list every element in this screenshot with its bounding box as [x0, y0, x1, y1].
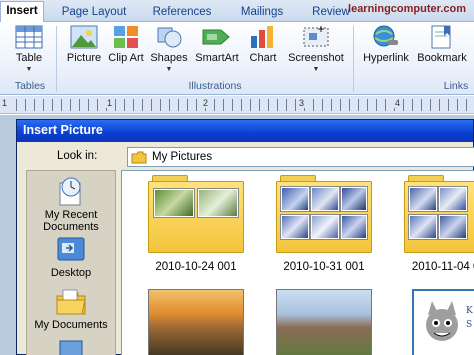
ribbon: Table ▼ Tables Picture Clip Art Shapes ▼ [0, 22, 474, 95]
group-label-illustrations: Illustrations [188, 80, 242, 92]
photo-thumbnail [281, 187, 309, 211]
smartart-icon [202, 29, 230, 45]
tab-mailings[interactable]: Mailings [232, 3, 292, 22]
place-label: My Documents [34, 319, 108, 331]
hyperlink-label: Hyperlink [363, 52, 409, 64]
chevron-down-icon: ▼ [312, 66, 320, 73]
ruler-number: 2 [202, 98, 210, 108]
folder-thumbnail [276, 175, 372, 255]
chevron-down-icon: ▼ [25, 66, 33, 73]
ruler: 1 1 2 3 4 [0, 96, 474, 114]
look-in-dropdown[interactable]: My Pictures [127, 147, 474, 167]
hyperlink-button[interactable]: Hyperlink [358, 24, 414, 64]
file-name: 2010-10-31 001 [283, 261, 365, 273]
picture-button[interactable]: Picture [62, 24, 106, 64]
photo-thumbnail [439, 215, 467, 239]
watermark-text: learningcomputer.com [348, 3, 466, 15]
chart-icon [251, 26, 273, 48]
picture-item[interactable] [274, 289, 374, 355]
place-my-computer[interactable] [27, 337, 115, 355]
insert-picture-dialog: Insert Picture Look in: My Pictures My R… [16, 119, 474, 355]
picture-label: Picture [66, 52, 102, 64]
group-divider [56, 26, 57, 92]
chevron-down-icon: ▼ [165, 66, 173, 73]
photo-thumbnail [148, 289, 244, 355]
bookmark-icon [431, 25, 451, 49]
folder-thumbnail [148, 175, 244, 255]
folder-item[interactable]: 2010-10-31 001 [274, 175, 374, 274]
table-icon [15, 25, 43, 49]
picture-icon [70, 25, 98, 49]
look-in-value: My Pictures [152, 151, 213, 163]
look-in-label: Look in: [57, 150, 98, 162]
place-my-recent-documents[interactable]: My Recent Documents [27, 177, 115, 233]
place-my-documents[interactable]: My Documents [27, 287, 115, 331]
cartoon-cat-image: K S [426, 301, 473, 341]
group-divider [353, 26, 354, 92]
shapes-icon [157, 27, 182, 48]
ruler-number: 1 [106, 98, 114, 108]
folder-icon [131, 151, 147, 164]
shapes-label: Shapes [150, 52, 188, 64]
chart-button[interactable]: Chart [244, 24, 282, 64]
photo-thumbnail [341, 215, 367, 239]
hyperlink-icon [373, 25, 398, 47]
shapes-button[interactable]: Shapes ▼ [148, 24, 190, 76]
ribbon-tab-bar: Insert Page Layout References Mailings R… [0, 0, 474, 23]
clip-art-button[interactable]: Clip Art [108, 24, 144, 64]
photo-thumbnail [311, 215, 339, 239]
photo-thumbnail [409, 187, 437, 211]
tab-page-layout[interactable]: Page Layout [52, 3, 136, 22]
photo-thumbnail [154, 189, 194, 217]
svg-text:K: K [466, 306, 473, 316]
folder-item[interactable]: 2010-10-24 001 [146, 175, 246, 274]
group-label-tables: Tables [14, 80, 46, 92]
photo-thumbnail [198, 189, 238, 217]
smartart-button[interactable]: SmartArt [194, 24, 240, 64]
dialog-title-bar[interactable]: Insert Picture [17, 120, 473, 142]
group-label-links: Links [443, 80, 469, 92]
computer-icon [59, 340, 83, 355]
tab-references[interactable]: References [142, 3, 222, 22]
screenshot-label: Screenshot [288, 52, 344, 64]
picture-item[interactable]: K S [402, 289, 474, 355]
picture-item[interactable] [146, 289, 246, 355]
dialog-title: Insert Picture [23, 123, 103, 137]
smartart-label: SmartArt [195, 52, 239, 64]
photo-thumbnail [341, 187, 367, 211]
photo-thumbnail [281, 215, 309, 239]
photo-thumbnail [311, 187, 339, 211]
place-desktop[interactable]: Desktop [27, 235, 115, 279]
ruler-number: 4 [394, 98, 402, 108]
bookmark-button[interactable]: Bookmark [414, 24, 470, 64]
folder-thumbnail [404, 175, 474, 255]
chart-label: Chart [249, 52, 277, 64]
tab-insert[interactable]: Insert [0, 1, 44, 23]
bookmark-label: Bookmark [417, 52, 467, 64]
screenshot-icon [303, 26, 329, 47]
recent-documents-icon [59, 177, 81, 206]
ruler-number: 3 [298, 98, 306, 108]
file-name: 2010-10-24 001 [155, 261, 237, 273]
my-documents-icon [56, 289, 86, 315]
svg-text:S: S [466, 320, 472, 330]
file-list: 2010-10-24 001 2010-10-31 001 2010-11-04… [121, 170, 474, 355]
photo-thumbnail: K S [412, 289, 474, 355]
clip-art-label: Clip Art [108, 52, 144, 64]
places-bar: My Recent Documents Desktop My Documents [26, 170, 116, 355]
screenshot-button[interactable]: Screenshot ▼ [284, 24, 348, 76]
place-label: My Recent Documents [43, 209, 99, 233]
ruler-numbers: 1 2 3 4 [0, 98, 474, 110]
table-button[interactable]: Table ▼ [6, 24, 52, 76]
photo-thumbnail [439, 187, 467, 211]
desktop-icon [57, 237, 85, 261]
file-name: 2010-11-04 001 [411, 261, 474, 273]
clip-art-icon [114, 26, 138, 48]
photo-thumbnail [409, 215, 437, 239]
table-label: Table [15, 52, 43, 64]
photo-thumbnail [276, 289, 372, 355]
place-label: Desktop [50, 267, 92, 279]
folder-item[interactable]: 2010-11-04 001 [402, 175, 474, 274]
